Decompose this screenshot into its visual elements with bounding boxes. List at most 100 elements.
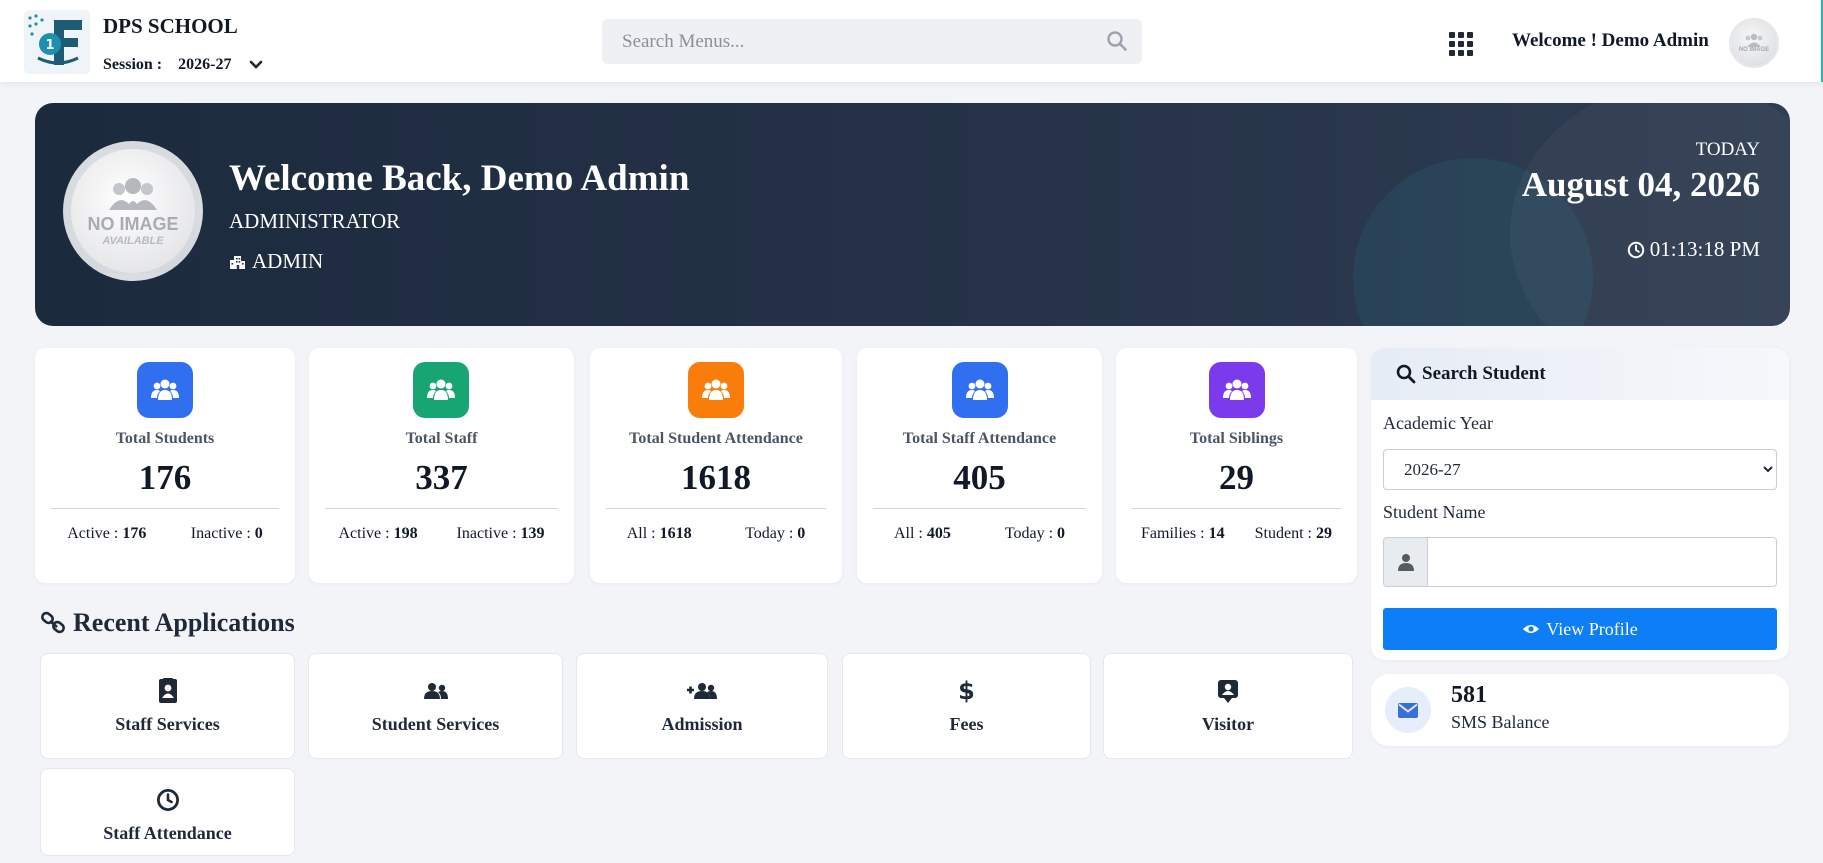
stat-value: 337: [415, 458, 468, 497]
clock-icon: [156, 787, 180, 813]
student-name-group: [1383, 537, 1777, 587]
menu-search-input[interactable]: [602, 19, 1082, 64]
app-label: Staff Attendance: [103, 823, 232, 843]
recent-title: Recent Applications: [73, 608, 295, 637]
stat-value: 176: [138, 458, 192, 497]
user-icon: [1384, 538, 1428, 586]
user-avatar[interactable]: NO IMAGE: [1729, 18, 1779, 68]
today-label: TODAY: [1695, 139, 1760, 160]
app-fees[interactable]: $ Fees: [842, 653, 1091, 759]
student-name-input[interactable]: [1428, 538, 1776, 586]
welcome-banner: NO IMAGE AVAILABLE Welcome Back, Demo Ad…: [35, 103, 1790, 326]
sub-value: 14: [1208, 525, 1225, 542]
avatar-placeholder-text: NO IMAGE: [1738, 46, 1770, 53]
sms-balance-card: 581 SMS Balance: [1371, 674, 1789, 746]
app-label: Staff Services: [115, 714, 220, 734]
sub-value: 29: [1315, 525, 1332, 542]
welcome-title: Welcome Back, Demo Admin: [229, 158, 690, 199]
stat-label: Total Siblings: [1189, 430, 1284, 447]
stat-card-total-staff[interactable]: Total Staff 337 Active : 198 Inactive : …: [309, 348, 574, 583]
view-profile-button[interactable]: View Profile: [1383, 608, 1777, 650]
link-icon: [41, 611, 65, 634]
eye-icon: [1523, 625, 1540, 633]
top-bar: 1 DPS SCHOOL Session : 2026-27 Welcome !…: [0, 0, 1823, 82]
sub-label: Today :: [745, 525, 794, 542]
sms-balance-value: 581: [1451, 682, 1487, 708]
users-icon: [688, 362, 744, 418]
recent-applications-heading: Recent Applications: [41, 608, 295, 638]
panel-title: Search Student: [1422, 363, 1546, 384]
sub-label: Active :: [338, 525, 390, 542]
chevron-down-icon[interactable]: [249, 60, 263, 70]
staff-id-icon: [158, 678, 178, 704]
avatar-no-image-text: NO IMAGE: [87, 213, 179, 234]
school-logo[interactable]: 1: [24, 10, 90, 74]
sub-label: Families :: [1141, 525, 1205, 542]
divider: [51, 508, 279, 509]
academic-year-select[interactable]: 2026-27: [1383, 449, 1777, 490]
current-date: August 04, 2026: [1521, 165, 1760, 204]
stat-label: Total Student Attendance: [629, 430, 803, 447]
sub-label: Active :: [67, 525, 119, 542]
sub-value: 405: [926, 525, 951, 542]
stat-label: Total Students: [115, 430, 215, 447]
svg-text:1: 1: [45, 38, 54, 53]
time-text: 01:13:18 PM: [1649, 237, 1760, 261]
search-icon: [1396, 364, 1416, 384]
stat-card-total-students[interactable]: Total Students 176 Active : 176 Inactive…: [35, 348, 295, 583]
stat-value: 1618: [681, 458, 751, 497]
session-selector[interactable]: Session : 2026-27: [103, 55, 263, 75]
stat-breakdown: Active : 176 Inactive : 0: [35, 525, 295, 543]
envelope-icon: [1385, 687, 1431, 733]
stat-card-student-attendance[interactable]: Total Student Attendance 1618 All : 1618…: [590, 348, 842, 583]
decorative-circle: [1510, 103, 1790, 326]
app-label: Visitor: [1201, 714, 1255, 734]
sub-label: All :: [893, 525, 923, 542]
stat-value: 29: [1219, 458, 1254, 497]
stat-label: Total Staff: [405, 430, 478, 447]
user-role: ADMINISTRATOR: [229, 209, 401, 233]
users-icon: [1209, 362, 1265, 418]
clock-icon: [1627, 241, 1644, 258]
visitor-badge-icon: [1217, 678, 1239, 704]
divider: [606, 508, 826, 509]
sub-value: 0: [254, 525, 263, 542]
profile-avatar: NO IMAGE AVAILABLE: [63, 141, 203, 281]
app-student-services[interactable]: Student Services: [308, 653, 563, 759]
stat-breakdown: All : 405 Today : 0: [857, 525, 1102, 543]
sub-label: Today :: [1004, 525, 1054, 542]
academic-year-label: Academic Year: [1383, 413, 1493, 433]
app-staff-services[interactable]: Staff Services: [40, 653, 295, 759]
app-visitor[interactable]: Visitor: [1103, 653, 1353, 759]
divider: [873, 508, 1086, 509]
users-icon: [413, 362, 469, 418]
dollar-icon: $: [958, 677, 975, 705]
divider: [325, 508, 558, 509]
users-icon: [952, 362, 1008, 418]
search-icon[interactable]: [1106, 30, 1128, 57]
sub-label: Student :: [1254, 525, 1312, 542]
student-name-label: Student Name: [1383, 502, 1486, 522]
users-icon: [137, 362, 193, 418]
sms-balance-label: SMS Balance: [1451, 712, 1550, 732]
divider: [1132, 508, 1341, 509]
sub-value: 176: [122, 525, 147, 542]
stat-card-staff-attendance[interactable]: Total Staff Attendance 405 All : 405 Tod…: [857, 348, 1102, 583]
user-department: ADMIN: [229, 249, 323, 274]
session-value: 2026-27: [178, 56, 232, 73]
apps-grid-icon[interactable]: [1449, 32, 1473, 56]
welcome-user-text: Welcome ! Demo Admin: [1512, 30, 1709, 51]
school-name: DPS SCHOOL: [103, 14, 238, 38]
app-staff-attendance[interactable]: Staff Attendance: [40, 768, 295, 856]
user-plus-icon: [687, 678, 717, 704]
session-label: Session :: [103, 56, 163, 73]
current-time: 01:13:18 PM: [1627, 237, 1760, 262]
stat-card-total-siblings[interactable]: Total Siblings 29 Families : 14 Student …: [1116, 348, 1357, 583]
sub-label: Inactive :: [190, 525, 251, 542]
panel-header: Search Student: [1371, 348, 1789, 400]
app-admission[interactable]: Admission: [576, 653, 828, 759]
avatar-available-text: AVAILABLE: [102, 234, 164, 247]
sub-label: Inactive :: [456, 525, 517, 542]
users-icon: [423, 678, 449, 704]
stat-breakdown: All : 1618 Today : 0: [590, 525, 842, 543]
